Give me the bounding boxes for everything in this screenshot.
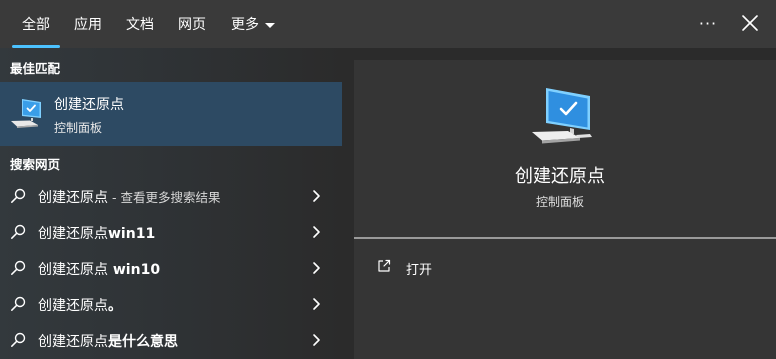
web-result-bold: win11 bbox=[108, 226, 156, 242]
tab-all[interactable]: 全部 bbox=[12, 0, 60, 48]
best-match-heading: 最佳匹配 bbox=[10, 61, 61, 76]
best-match-subtitle: 控制面板 bbox=[54, 121, 103, 135]
web-result-item[interactable]: 创建还原点win11 bbox=[0, 214, 342, 250]
results-list: 最佳匹配 创建还原点 控制面板 搜索网页 创建还原点 - 查看更多搜索结果 创建… bbox=[0, 48, 342, 359]
web-result-label: 创建还原点是什么意思 bbox=[38, 331, 178, 351]
open-external-icon bbox=[378, 259, 391, 272]
web-result-query: 创建还原点 bbox=[38, 298, 108, 314]
tab-documents-label: 文档 bbox=[126, 17, 154, 33]
computer-checkmark-icon bbox=[532, 88, 592, 144]
web-result-bold: 。 bbox=[108, 298, 122, 314]
tab-web-label: 网页 bbox=[178, 17, 206, 33]
preview-pane: 创建还原点 控制面板 打开 bbox=[354, 60, 776, 359]
close-icon[interactable] bbox=[738, 11, 762, 35]
chevron-right-icon bbox=[313, 226, 320, 238]
web-result-label: 创建还原点。 bbox=[38, 295, 122, 315]
tab-apps-label: 应用 bbox=[74, 17, 102, 33]
chevron-right-icon bbox=[313, 262, 320, 274]
web-result-suffix: - 查看更多搜索结果 bbox=[108, 190, 221, 205]
search-icon bbox=[11, 260, 26, 275]
web-result-bold: 是什么意思 bbox=[108, 334, 178, 350]
chevron-right-icon bbox=[313, 334, 320, 346]
web-result-label: 创建还原点 - 查看更多搜索结果 bbox=[38, 187, 220, 207]
web-result-label: 创建还原点win11 bbox=[38, 223, 155, 243]
best-match-title: 创建还原点 bbox=[54, 97, 124, 113]
preview-divider bbox=[354, 237, 776, 239]
tab-all-label: 全部 bbox=[22, 17, 50, 33]
tab-more-label: 更多 bbox=[231, 17, 259, 33]
tab-more-dropdown[interactable]: 更多 bbox=[231, 0, 275, 48]
web-result-query: 创建还原点 bbox=[38, 190, 108, 206]
web-result-item[interactable]: 创建还原点 - 查看更多搜索结果 bbox=[0, 178, 342, 214]
web-result-label: 创建还原点 win10 bbox=[38, 259, 160, 279]
search-window: 全部 应用 文档 网页 更多 ··· 最佳匹配 创建还原点 控制面板 搜索网页 … bbox=[0, 0, 776, 359]
search-icon bbox=[11, 224, 26, 239]
chevron-right-icon bbox=[313, 190, 320, 202]
open-action-label: 打开 bbox=[406, 263, 433, 278]
search-tab-bar: 全部 应用 文档 网页 更多 ··· bbox=[0, 0, 776, 48]
open-action[interactable]: 打开 bbox=[370, 252, 570, 282]
more-options-button[interactable]: ··· bbox=[697, 12, 719, 34]
web-result-bold: win10 bbox=[108, 262, 161, 278]
web-result-query: 创建还原点 bbox=[38, 262, 108, 278]
preview-subtitle: 控制面板 bbox=[535, 195, 584, 209]
computer-checkmark-icon bbox=[11, 99, 41, 128]
search-icon bbox=[11, 332, 26, 347]
tab-web[interactable]: 网页 bbox=[178, 0, 206, 48]
search-icon bbox=[11, 188, 26, 203]
web-result-item[interactable]: 创建还原点是什么意思 bbox=[0, 322, 342, 358]
preview-title: 创建还原点 bbox=[515, 166, 605, 187]
web-search-heading: 搜索网页 bbox=[10, 157, 61, 172]
chevron-right-icon bbox=[313, 298, 320, 310]
web-result-item[interactable]: 创建还原点。 bbox=[0, 286, 342, 322]
web-result-query: 创建还原点 bbox=[38, 334, 108, 350]
tab-documents[interactable]: 文档 bbox=[126, 0, 154, 48]
tab-apps[interactable]: 应用 bbox=[74, 0, 102, 48]
chevron-down-icon bbox=[265, 22, 275, 28]
best-match-item[interactable]: 创建还原点 控制面板 bbox=[0, 82, 342, 146]
search-icon bbox=[11, 296, 26, 311]
web-result-query: 创建还原点 bbox=[38, 226, 108, 242]
web-result-item[interactable]: 创建还原点 win10 bbox=[0, 250, 342, 286]
